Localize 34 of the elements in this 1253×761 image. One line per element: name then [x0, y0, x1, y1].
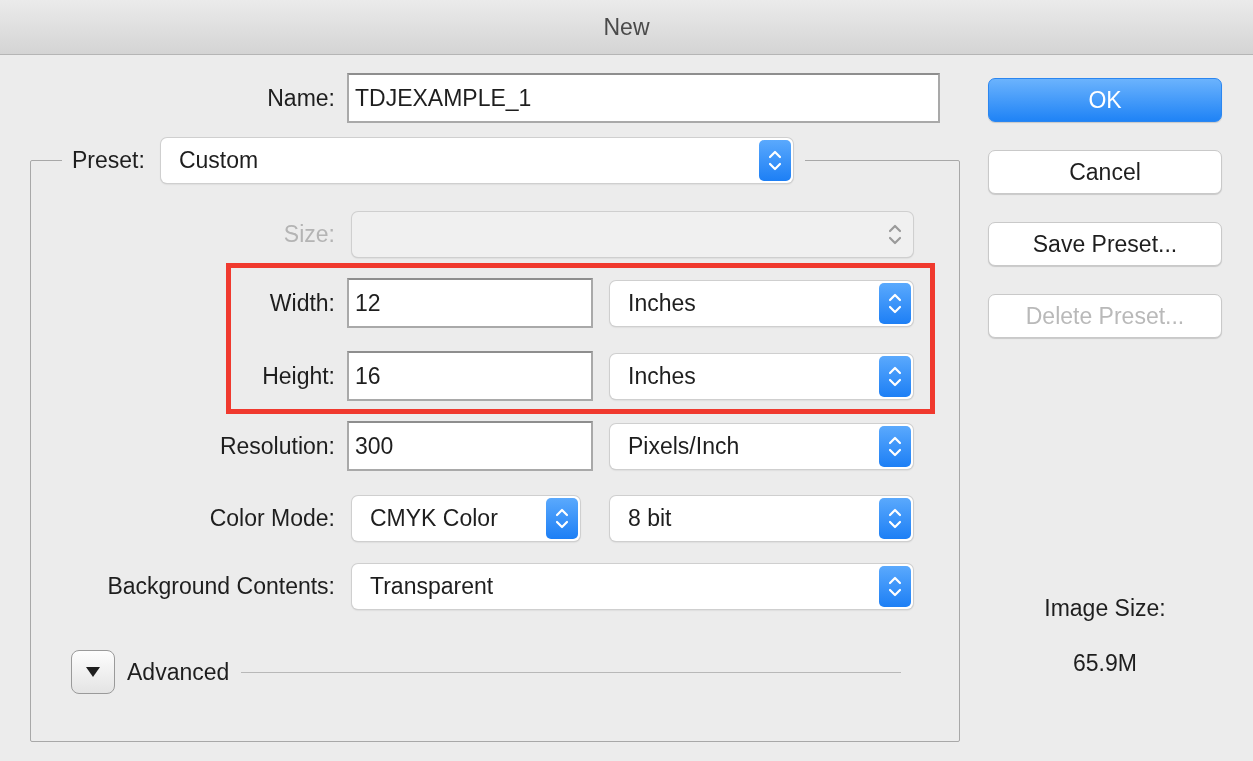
advanced-label: Advanced [127, 658, 230, 686]
color-mode-label: Color Mode: [208, 504, 335, 532]
stepper-icon [546, 497, 578, 539]
preset-select[interactable]: Custom [160, 137, 793, 183]
triangle-icon [84, 665, 102, 679]
resolution-label: Resolution: [218, 432, 335, 460]
image-size-value: 65.9M [1073, 650, 1137, 677]
window-title: New [603, 13, 650, 41]
dimension-label: Width: [268, 289, 335, 317]
name-label: Name: [266, 84, 335, 112]
resolution-field[interactable]: 300 [347, 421, 593, 471]
disclosure-button[interactable] [71, 650, 115, 694]
dialog-button[interactable]: Cancel [988, 150, 1222, 194]
bit-depth-select[interactable]: 8 bit [610, 495, 913, 541]
resolution-unit-select[interactable]: Pixels/Inch [610, 423, 913, 469]
unit-select[interactable]: Inches [610, 280, 913, 326]
name-field[interactable]: TDJEXAMPLE_1 [347, 73, 940, 123]
dimension-field[interactable]: 12 [347, 278, 593, 328]
unit-select[interactable]: Inches [610, 353, 913, 399]
stepper-icon [758, 139, 791, 181]
stepper-icon [879, 497, 911, 539]
dialog-button[interactable]: Save Preset... [988, 222, 1222, 266]
stepper-icon [879, 355, 911, 397]
stepper-icon [879, 565, 911, 607]
stepper-icon [879, 425, 911, 467]
color-mode-select[interactable]: CMYK Color [352, 495, 580, 541]
stepper-icon [879, 282, 911, 324]
dimension-label: Height: [261, 362, 335, 390]
image-size-label: Image Size: [1044, 595, 1166, 622]
background-contents-label: Background Contents: [106, 572, 335, 600]
dimension-field[interactable]: 16 [347, 351, 593, 401]
preset-label: Preset: [72, 146, 145, 174]
size-label: Size: [282, 220, 335, 248]
background-contents-select[interactable]: Transparent [352, 563, 913, 609]
